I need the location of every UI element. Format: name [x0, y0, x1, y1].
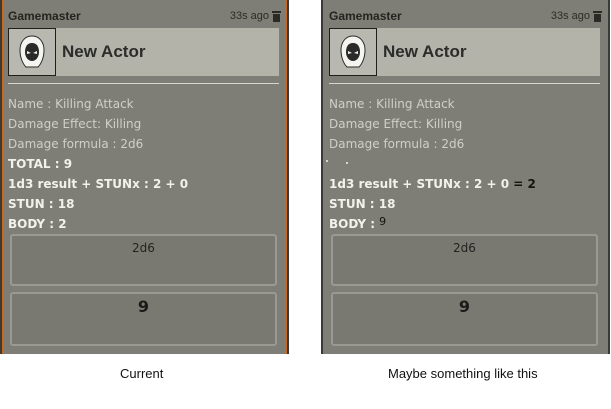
stray-dot [326, 160, 328, 162]
dice-formula-box[interactable]: 2d6 [331, 234, 598, 286]
detail-body: BODY :9 [329, 214, 600, 234]
detail-stunx: 1d3 result + STUNx : 2 + 0 = 2 [329, 174, 600, 194]
trash-icon[interactable] [593, 10, 602, 22]
detail-stun: STUN : 18 [8, 197, 75, 211]
detail-body: BODY : 2 [8, 217, 67, 231]
detail-stunx-result: = 2 [509, 177, 536, 191]
timestamp: 33s ago [550, 10, 590, 22]
actor-name: New Actor [62, 42, 146, 61]
message-meta: 33s ago [230, 10, 281, 22]
actor-bar: New Actor [329, 28, 600, 76]
detail-body-value: 9 [379, 215, 387, 228]
accent-edge-right [286, 0, 287, 354]
detail-body-text: BODY : [329, 217, 376, 231]
detail-total: TOTAL : 9 [8, 157, 73, 171]
accent-edge-left [2, 0, 3, 354]
speaker-name: Gamemaster [8, 9, 81, 23]
dice-formula-box[interactable]: 2d6 [10, 234, 277, 286]
dice-total-box[interactable]: 9 [331, 292, 598, 346]
roll-details: Name : Killing Attack Damage Effect: Kil… [329, 94, 600, 234]
divider [8, 83, 279, 84]
detail-empty-line [329, 154, 600, 174]
actor-name: New Actor [383, 42, 467, 61]
detail-name: Name : Killing Attack [329, 97, 455, 111]
message-header: Gamemaster 33s ago [8, 8, 281, 24]
hooded-figure-icon [340, 35, 366, 68]
message-meta: 33s ago [551, 10, 602, 22]
detail-stunx: 1d3 result + STUNx : 2 + 0 [8, 177, 189, 191]
hooded-figure-icon [19, 35, 45, 68]
chat-message-card-current: Gamemaster 33s ago New Actor Name : Kill… [0, 0, 289, 354]
dice-total-box[interactable]: 9 [10, 292, 277, 346]
timestamp: 33s ago [229, 10, 269, 22]
chat-message-card-proposed: Gamemaster 33s ago New Actor Name : Kill… [321, 0, 610, 354]
detail-stun: STUN : 18 [329, 197, 396, 211]
actor-bar: New Actor [8, 28, 279, 76]
avatar [329, 28, 377, 76]
speaker-name: Gamemaster [329, 9, 402, 23]
avatar [8, 28, 56, 76]
detail-damage-formula: Damage formula : 2d6 [329, 137, 465, 151]
detail-damage-effect: Damage Effect: Killing [329, 117, 463, 131]
detail-stunx-text: 1d3 result + STUNx : 2 + 0 [329, 177, 510, 191]
detail-name: Name : Killing Attack [8, 97, 134, 111]
message-header: Gamemaster 33s ago [329, 8, 602, 24]
trash-icon[interactable] [272, 10, 281, 22]
divider [329, 83, 600, 84]
detail-damage-formula: Damage formula : 2d6 [8, 137, 144, 151]
stray-dot [346, 162, 348, 164]
caption-current: Current [120, 366, 164, 381]
roll-details: Name : Killing Attack Damage Effect: Kil… [8, 94, 279, 234]
caption-proposed: Maybe something like this [388, 366, 538, 381]
detail-damage-effect: Damage Effect: Killing [8, 117, 142, 131]
